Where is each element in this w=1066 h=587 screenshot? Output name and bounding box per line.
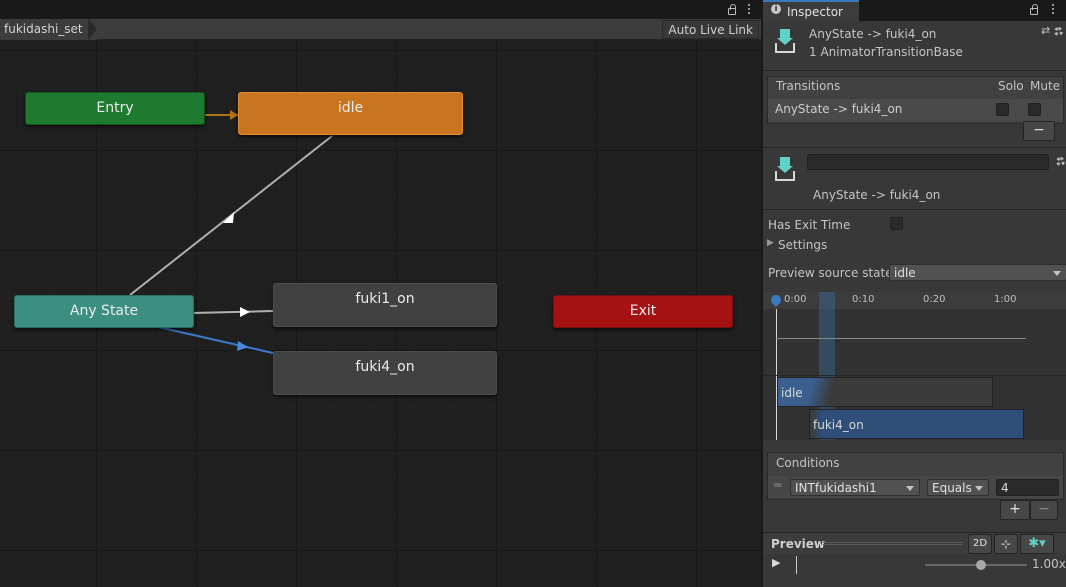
settings-foldout-label[interactable]: Settings <box>778 238 827 252</box>
chevron-down-icon <box>1053 271 1061 276</box>
preview-source-value: idle <box>894 266 916 280</box>
mute-column-label: Mute <box>1030 79 1061 93</box>
lock-icon[interactable] <box>728 4 736 15</box>
mute-checkbox[interactable] <box>1028 103 1041 116</box>
transition-row[interactable]: AnyState -> fuki4_on <box>768 99 1063 121</box>
preview-2d-button[interactable]: 2D <box>968 534 992 554</box>
conditions-list: Conditions ═ INTfukidashi1 Equals 4 <box>767 452 1064 500</box>
speed-slider-knob[interactable] <box>976 560 987 570</box>
animator-title-bar <box>0 0 761 19</box>
tab-inspector-label: Inspector <box>787 5 843 19</box>
inspector-lock-icon[interactable] <box>1030 4 1038 15</box>
transition-name-field[interactable] <box>807 154 1049 170</box>
animator-window: fukidashi_set Auto Live Link Entry idle … <box>0 0 761 587</box>
header-subtitle: 1 AnimatorTransitionBase <box>809 45 963 59</box>
breadcrumb-layer[interactable]: fukidashi_set <box>0 19 97 40</box>
node-idle[interactable]: idle <box>238 92 463 135</box>
solo-checkbox[interactable] <box>996 103 1009 116</box>
avatar-icon[interactable]: ✱▾ <box>1020 534 1054 554</box>
transition-label: AnyState -> fuki4_on <box>813 188 941 202</box>
transition-detail-icon <box>774 157 796 181</box>
curve-line <box>776 338 1026 339</box>
speed-value: 1.00x <box>1032 557 1066 571</box>
preview-source-dropdown[interactable]: idle <box>889 264 1066 281</box>
transition-anystate-fuki1[interactable] <box>192 310 274 314</box>
node-fuki4-on[interactable]: fuki4_on <box>273 351 497 395</box>
time-scrubber-start <box>796 556 797 574</box>
more-options-icon[interactable] <box>748 4 751 15</box>
preview-label: Preview <box>771 537 826 551</box>
transition-timeline[interactable]: 0:00 0:10 0:20 1:00 idle fuki4_on <box>763 292 1066 440</box>
condition-operator-value: Equals <box>932 481 972 495</box>
preview-bar: Preview 2D ⊹ ✱▾ <box>763 532 1066 554</box>
transitions-header: Transitions <box>776 79 841 93</box>
destination-state-bar: fuki4_on <box>809 409 1024 439</box>
inspector-panel: i Inspector AnyState -> fuki4_on 1 Anima… <box>762 0 1066 587</box>
node-fuki1-on[interactable]: fuki1_on <box>273 283 497 327</box>
divider <box>763 70 1066 71</box>
node-entry-label: Entry <box>96 100 134 116</box>
header-settings-icon[interactable]: ⇄ <box>1041 24 1050 37</box>
tick-3: 1:00 <box>994 294 1017 305</box>
condition-parameter-value: INTfukidashi1 <box>795 481 877 495</box>
source-state-bar-label: idle <box>781 386 803 400</box>
chevron-down-icon <box>975 486 983 491</box>
solo-column-label: Solo <box>998 79 1024 93</box>
condition-parameter-dropdown[interactable]: INTfukidashi1 <box>790 479 920 496</box>
condition-value-field[interactable]: 4 <box>996 479 1059 496</box>
node-fuki1-on-label: fuki1_on <box>355 291 415 307</box>
inspector-more-icon[interactable] <box>1052 4 1055 15</box>
timeline-start-marker-icon[interactable] <box>768 292 784 308</box>
tick-1: 0:10 <box>852 294 875 305</box>
transition-arrow-entry-idle <box>230 110 238 120</box>
speed-slider[interactable] <box>925 560 1027 570</box>
conditions-header: Conditions <box>776 456 840 470</box>
tab-inspector[interactable]: i Inspector <box>763 0 859 21</box>
node-entry[interactable]: Entry <box>25 92 205 125</box>
transition-arrow-anystate-fuki1 <box>240 307 250 317</box>
remove-condition-button[interactable]: − <box>1030 500 1058 520</box>
animator-toolbar: fukidashi_set Auto Live Link <box>0 19 761 40</box>
node-exit[interactable]: Exit <box>553 295 733 328</box>
pivot-icon[interactable]: ⊹ <box>994 534 1018 554</box>
destination-state-bar-label: fuki4_on <box>813 418 864 432</box>
node-idle-label: idle <box>337 100 364 116</box>
condition-row: ═ INTfukidashi1 Equals 4 <box>768 476 1063 498</box>
transition-icon <box>774 29 796 53</box>
divider <box>763 147 1066 148</box>
divider <box>763 209 1066 210</box>
transition-anystate-fuki4[interactable] <box>157 326 274 354</box>
has-exit-time-label: Has Exit Time <box>768 218 851 232</box>
inspector-tab-bar: i Inspector <box>763 0 1066 21</box>
play-icon[interactable]: ▶ <box>772 556 780 569</box>
timeline-ruler: 0:00 0:10 0:20 1:00 <box>763 292 1066 309</box>
playback-bar: ▶ 1.00x <box>763 554 1066 576</box>
header-title: AnyState -> fuki4_on <box>809 27 937 41</box>
drag-handle-icon[interactable]: ═ <box>774 478 781 492</box>
transitions-list: Transitions Solo Mute AnyState -> fuki4_… <box>767 76 1064 124</box>
settings-foldout-arrow-icon[interactable]: ▶ <box>767 238 774 248</box>
condition-operator-dropdown[interactable]: Equals <box>927 479 989 496</box>
transition-gear-icon[interactable] <box>1056 157 1065 166</box>
node-fuki4-on-label: fuki4_on <box>355 359 415 375</box>
transition-row-name: AnyState -> fuki4_on <box>775 102 903 116</box>
chevron-down-icon <box>906 486 914 491</box>
state-machine-graph[interactable]: Entry idle Any State fuki1_on fuki4_on E… <box>0 40 761 587</box>
tick-0: 0:00 <box>784 294 807 305</box>
tick-2: 0:20 <box>923 294 946 305</box>
auto-live-link-button[interactable]: Auto Live Link <box>662 20 759 39</box>
header-gear-icon[interactable] <box>1054 27 1063 36</box>
remove-transition-button[interactable]: − <box>1023 121 1055 141</box>
preview-source-label: Preview source state <box>768 266 893 280</box>
info-icon: i <box>771 4 781 14</box>
has-exit-time-checkbox[interactable] <box>890 217 903 230</box>
preview-drag-handle[interactable] <box>823 542 963 545</box>
transition-arrow-anystate-idle <box>223 212 234 223</box>
add-condition-button[interactable]: + <box>1000 500 1030 520</box>
timeline-divider <box>763 375 1066 376</box>
node-exit-label: Exit <box>629 303 657 319</box>
node-any-state[interactable]: Any State <box>14 295 194 328</box>
source-state-bar: idle <box>777 377 993 407</box>
node-any-state-label: Any State <box>69 303 139 319</box>
